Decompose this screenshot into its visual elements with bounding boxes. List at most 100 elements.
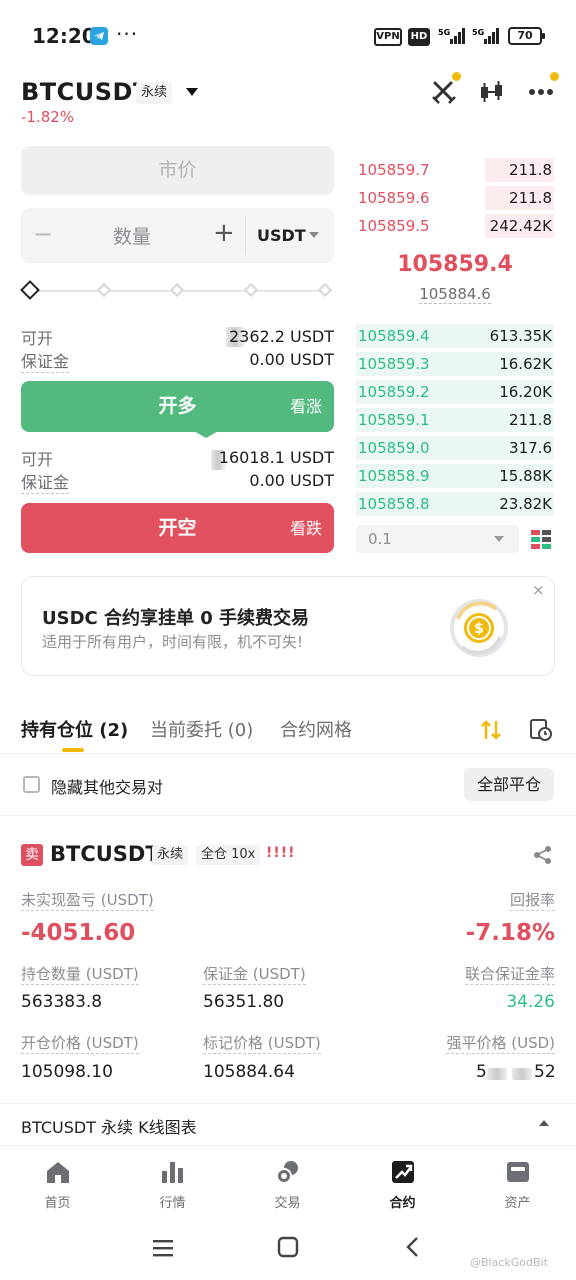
symbol-dropdown-icon[interactable] [186, 88, 198, 96]
mark-price[interactable]: 105884.6 [356, 285, 554, 304]
ask-row[interactable]: 105859.6 211.8 [356, 186, 554, 210]
redacted [487, 1068, 507, 1080]
quantity-placeholder[interactable]: 数量 [113, 222, 151, 249]
home-square-icon[interactable] [277, 1236, 299, 1258]
tab-futures-grid[interactable]: 合约网格 [280, 716, 352, 742]
hide-other-pairs-checkbox[interactable] [23, 776, 40, 793]
promo-banner[interactable]: USDC 合约享挂单 0 手续费交易 适用于所有用户，时间有限，机不可失! × … [21, 576, 555, 676]
position-size-label[interactable]: 持仓数量 (USDT) [21, 963, 139, 985]
active-tab-indicator [62, 748, 84, 752]
tab-open-orders[interactable]: 当前委托 (0) [150, 716, 253, 742]
chevron-down-icon [494, 536, 504, 542]
nav-assets[interactable]: 资产 [460, 1146, 575, 1220]
open-short-button[interactable]: 开空 看跌 [21, 503, 334, 553]
margin-value: 56351.80 [203, 992, 285, 1012]
nav-home[interactable]: 首页 [0, 1146, 115, 1220]
bid-price: 105859.1 [358, 411, 430, 429]
ask-row[interactable]: 105859.7 211.8 [356, 158, 554, 182]
bid-row[interactable]: 105858.9 15.88K [356, 464, 554, 488]
bid-quantity: 16.62K [499, 355, 552, 373]
ask-quantity: 211.8 [509, 161, 552, 179]
perpetual-tag: 永续 [136, 82, 173, 104]
more-icon[interactable] [528, 72, 559, 106]
bid-row[interactable]: 105858.8 23.82K [356, 492, 554, 516]
redacted [512, 1068, 532, 1080]
bid-row[interactable]: 105859.1 211.8 [356, 408, 554, 432]
bid-row[interactable]: 105859.2 16.20K [356, 380, 554, 404]
unrealized-pnl-label[interactable]: 未实现盈亏 (USDT) [21, 889, 154, 911]
signal-icon: 5G [438, 27, 466, 45]
signal-icon: 5G [472, 27, 500, 45]
clock: 12:20 [32, 24, 96, 48]
bearish-label: 看跌 [289, 519, 322, 538]
nav-markets[interactable]: 行情 [115, 1146, 230, 1220]
back-icon[interactable] [402, 1236, 424, 1258]
watermark: @BlackGodBit [470, 1256, 548, 1269]
slider-node[interactable] [96, 282, 112, 298]
liquidation-price-start: 5 [476, 1062, 487, 1082]
bid-row[interactable]: 105859.3 16.62K [356, 352, 554, 376]
mark-price-value: 105884.64 [203, 1062, 295, 1082]
sort-icon[interactable] [479, 718, 503, 742]
strategy-icon[interactable] [430, 72, 461, 106]
close-all-button[interactable]: 全部平仓 [464, 768, 554, 801]
chevron-down-icon[interactable] [309, 232, 319, 238]
quantity-input[interactable]: − 数量 + USDT [21, 208, 334, 263]
share-icon[interactable] [532, 844, 554, 866]
mark-price-label[interactable]: 标记价格 (USDT) [203, 1032, 321, 1054]
tab-positions[interactable]: 持有仓位 (2) [21, 716, 128, 742]
slider-node[interactable] [243, 282, 259, 298]
depth-precision-select[interactable]: 0.1 [356, 525, 519, 553]
vpn-icon: VPN [374, 28, 402, 46]
slider-node[interactable] [317, 282, 333, 298]
bid-row[interactable]: 105859.0 317.6 [356, 436, 554, 460]
hide-other-pairs-label[interactable]: 隐藏其他交易对 [51, 774, 163, 798]
short-available-value: 16018.1 USDT [218, 448, 334, 467]
bid-row[interactable]: 105859.4 613.35K [356, 324, 554, 348]
history-icon[interactable] [529, 718, 553, 742]
bid-price: 105858.8 [358, 495, 430, 513]
nav-futures[interactable]: 合约 [345, 1146, 460, 1220]
symbol-title[interactable]: BTCUSDT [21, 78, 150, 106]
last-price[interactable]: 105859.4 [356, 252, 554, 277]
quantity-unit-select[interactable]: USDT [257, 226, 306, 245]
margin-label[interactable]: 保证金 (USDT) [203, 963, 306, 985]
quantity-increase-button[interactable]: + [213, 218, 235, 248]
svg-text:5G: 5G [438, 28, 450, 37]
open-long-button[interactable]: 开多 看涨 [21, 381, 334, 432]
kline-chart-toggle[interactable]: BTCUSDT 永续 K线图表 [0, 1103, 576, 1145]
home-icon [47, 1162, 69, 1183]
orderbook-ask-partial [356, 140, 554, 150]
liquidation-price-label[interactable]: 强平价格 (USD) [446, 1032, 555, 1054]
chevron-up-icon[interactable] [539, 1120, 549, 1126]
candlestick-icon[interactable] [478, 78, 506, 106]
hd-icon: HD [408, 28, 430, 46]
nav-trade[interactable]: 交易 [230, 1146, 345, 1220]
quantity-decrease-button[interactable]: − [33, 220, 53, 248]
wallet-icon [507, 1162, 529, 1182]
orderbook-layout-icon[interactable] [530, 529, 552, 551]
entry-price-label[interactable]: 开仓价格 (USDT) [21, 1032, 139, 1054]
ask-price: 105859.7 [358, 161, 430, 179]
close-icon[interactable]: × [532, 581, 545, 599]
position-symbol[interactable]: BTCUSDT [50, 842, 160, 866]
short-margin-label[interactable]: 保证金 [21, 469, 70, 494]
divider [0, 815, 576, 816]
margin-ratio-label[interactable]: 联合保证金率 [464, 963, 555, 985]
system-navigation [0, 1219, 576, 1280]
ask-row[interactable]: 105859.5 242.42K [356, 214, 554, 238]
price-change: -1.82% [21, 108, 75, 126]
menu-icon[interactable] [152, 1237, 174, 1259]
more-notifications-icon: ··· [116, 22, 139, 46]
mark-price-value: 105884.6 [419, 285, 491, 304]
slider-node[interactable] [169, 282, 185, 298]
position-tabs: 持有仓位 (2) 当前委托 (0) 合约网格 [0, 704, 576, 754]
margin-mode-tag[interactable]: 全仓 10x [196, 845, 261, 865]
bid-price: 105859.0 [358, 439, 430, 457]
long-margin-label[interactable]: 保证金 [21, 348, 70, 373]
roe-label[interactable]: 回报率 [509, 889, 555, 911]
slider-handle[interactable] [20, 280, 40, 300]
bid-price: 105859.2 [358, 383, 430, 401]
trade-icon [276, 1161, 298, 1184]
order-type-market[interactable]: 市价 [21, 146, 334, 195]
